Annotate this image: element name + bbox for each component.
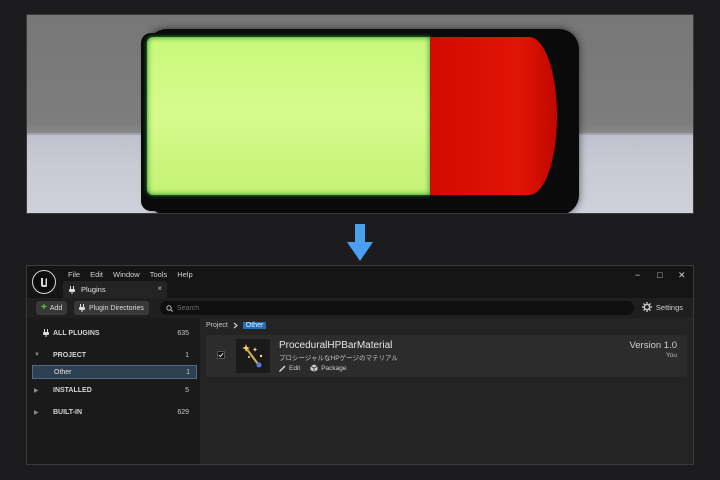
menu-help[interactable]: Help — [172, 270, 197, 279]
menu-tools[interactable]: Tools — [145, 270, 173, 279]
plug-icon — [69, 285, 75, 294]
plug-icon — [43, 329, 49, 337]
plugin-actions: Edit Package — [279, 364, 347, 372]
sidebar-item-all-plugins[interactable]: ALL PLUGINS 635 — [27, 326, 200, 340]
sidebar-item-label: Other — [54, 368, 72, 376]
breadcrumb: Project Other — [206, 322, 267, 329]
plugin-name: ProceduralHPBarMaterial — [279, 340, 393, 351]
plugins-window: File Edit Window Tools Help Plugins × − … — [26, 265, 694, 465]
sidebar-item-count: 5 — [185, 386, 189, 394]
settings-button[interactable]: Settings — [641, 302, 683, 312]
minimize-button[interactable]: − — [635, 270, 640, 280]
toolbar: + Add Plugin Directories Search Settings — [27, 298, 693, 318]
plus-icon: + — [41, 302, 47, 313]
sidebar-item-count: 629 — [177, 408, 189, 416]
menu-file[interactable]: File — [63, 270, 85, 279]
tab-label: Plugins — [81, 285, 106, 294]
plugin-thumbnail — [236, 339, 270, 373]
sidebar-item-label: PROJECT — [53, 351, 87, 359]
menu-edit[interactable]: Edit — [85, 270, 108, 279]
sidebar-item-installed[interactable]: ▶ INSTALLED 5 — [27, 383, 200, 397]
plug-icon — [79, 304, 85, 312]
checkmark-icon — [218, 352, 224, 358]
search-box — [160, 301, 634, 315]
viewport-render — [26, 14, 694, 214]
edit-button[interactable]: Edit — [279, 364, 300, 372]
settings-label: Settings — [655, 302, 683, 312]
down-arrow-icon — [347, 224, 373, 261]
sidebar-item-label: ALL PLUGINS — [53, 329, 100, 337]
caret-down-icon[interactable]: ▼ — [34, 352, 40, 358]
gear-icon — [641, 302, 652, 312]
package-icon — [310, 364, 318, 372]
title-bar: File Edit Window Tools Help Plugins × − … — [27, 266, 693, 298]
search-input[interactable] — [177, 304, 617, 312]
sidebar-item-count: 1 — [186, 368, 190, 376]
plugin-description: プロシージャルなHPゲージのマテリアル — [279, 355, 398, 362]
plugin-list-panel: Project Other ProceduralHPBarMaterial プロ… — [200, 318, 693, 464]
menu-window[interactable]: Window — [108, 270, 145, 279]
plugin-version: Version 1.0 — [629, 340, 677, 351]
breadcrumb-project[interactable]: Project — [206, 322, 228, 329]
sidebar-item-label: INSTALLED — [53, 386, 92, 394]
maximize-button[interactable]: □ — [657, 270, 662, 280]
search-icon — [166, 304, 173, 312]
sidebar-item-project[interactable]: ▼ PROJECT 1 — [27, 348, 200, 362]
menu-bar: File Edit Window Tools Help — [63, 270, 198, 279]
plugin-card: ProceduralHPBarMaterial プロシージャルなHPゲージのマテ… — [206, 335, 687, 377]
plugin-categories-sidebar: ALL PLUGINS 635 ▼ PROJECT 1 Other 1 ▶ IN… — [27, 318, 200, 464]
breadcrumb-other[interactable]: Other — [242, 322, 267, 329]
sidebar-item-other[interactable]: Other 1 — [32, 365, 197, 379]
tab-close-icon[interactable]: × — [157, 284, 162, 293]
caret-right-icon[interactable]: ▶ — [34, 409, 39, 416]
sidebar-item-label: BUILT-IN — [53, 408, 83, 416]
plugin-enabled-checkbox[interactable] — [217, 351, 225, 359]
tab-plugins[interactable]: Plugins × — [63, 281, 167, 298]
package-button[interactable]: Package — [310, 364, 347, 372]
chevron-right-icon — [233, 322, 238, 329]
edit-label: Edit — [289, 364, 301, 372]
sidebar-item-built-in[interactable]: ▶ BUILT-IN 629 — [27, 405, 200, 419]
caret-right-icon[interactable]: ▶ — [34, 387, 39, 394]
sidebar-item-count: 635 — [177, 329, 189, 337]
sidebar-item-count: 1 — [185, 351, 189, 359]
add-label: Add — [49, 304, 63, 312]
plugin-author: You — [666, 352, 677, 359]
unreal-logo-icon[interactable] — [32, 270, 56, 294]
magic-wand-icon — [242, 344, 263, 368]
hp-bar-empty — [430, 37, 557, 195]
add-button[interactable]: + Add — [36, 301, 68, 315]
pencil-icon — [279, 365, 286, 372]
plugin-directories-button[interactable]: Plugin Directories — [74, 301, 149, 315]
package-label: Package — [321, 364, 347, 372]
close-window-button[interactable]: ✕ — [678, 270, 686, 281]
plugin-directories-label: Plugin Directories — [89, 304, 144, 312]
hp-bar-fill — [147, 37, 430, 195]
